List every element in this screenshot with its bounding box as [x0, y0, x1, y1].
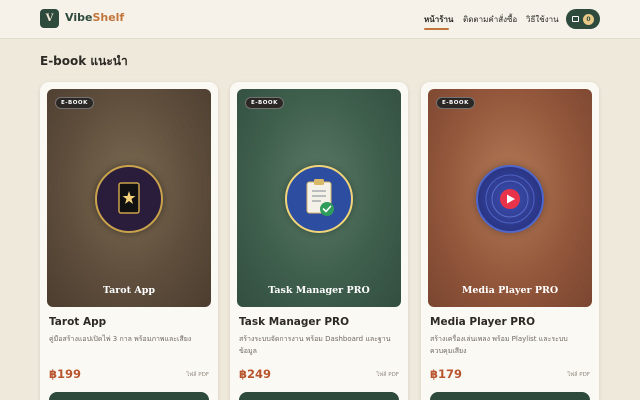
logo-icon[interactable]: V	[40, 9, 59, 28]
product-cover[interactable]: E-BOOK Task Manager PRO	[237, 89, 401, 307]
product-price: ฿199	[49, 367, 82, 381]
buy-button[interactable]	[49, 392, 209, 400]
product-card-media-player-pro[interactable]: E-BOOK Media Player PRO Media Player PRO…	[421, 82, 599, 400]
nav-link-track-order[interactable]: ติดตามคำสั่งซื้อ	[463, 13, 517, 26]
product-description: สร้างระบบจัดการงาน พร้อม Dashboard และฐา…	[239, 335, 391, 355]
cover-title: Media Player PRO	[461, 285, 559, 296]
product-cover[interactable]: E-BOOK Tarot App	[47, 89, 211, 307]
product-card-task-manager-pro[interactable]: E-BOOK Task Manager PRO Task Manager PRO…	[230, 82, 408, 400]
brand-name-part1: Vibe	[65, 11, 93, 24]
top-navigation-bar: V VibeShelf หน้าร้าน ติดตามคำสั่งซื้อ วิ…	[0, 0, 640, 39]
tarot-card-icon	[95, 165, 163, 233]
product-description: คู่มือสร้างแอปเปิดไพ่ 3 กาล พร้อมภาพและเ…	[49, 335, 192, 343]
file-type-label: ไฟล์ PDF	[186, 372, 210, 378]
file-type-label: ไฟล์ PDF	[567, 372, 591, 378]
brand-name[interactable]: VibeShelf	[65, 11, 124, 24]
play-button-icon	[476, 165, 544, 233]
cover-title: Tarot App	[102, 285, 155, 296]
product-card-tarot-app[interactable]: E-BOOK Tarot App Tarot App คู่มือสร้างแอ…	[40, 82, 218, 400]
nav-link-how-to-use[interactable]: วิธีใช้งาน	[526, 13, 559, 26]
product-price: ฿249	[239, 367, 272, 381]
product-title[interactable]: Media Player PRO	[430, 316, 535, 328]
buy-button[interactable]	[430, 392, 590, 400]
cart-count-badge: 0	[583, 13, 594, 25]
product-title[interactable]: Tarot App	[49, 316, 106, 328]
ebook-badge: E-BOOK	[55, 97, 94, 109]
product-price: ฿179	[430, 367, 463, 381]
cover-title: Task Manager PRO	[268, 285, 370, 296]
brand-name-part2: Shelf	[92, 11, 125, 24]
ebook-badge: E-BOOK	[245, 97, 284, 109]
section-title: E-book แนะนำ	[40, 54, 128, 68]
cart-icon	[572, 16, 579, 22]
product-cover[interactable]: E-BOOK Media Player PRO	[428, 89, 592, 307]
product-title[interactable]: Task Manager PRO	[239, 316, 349, 328]
nav-link-storefront[interactable]: หน้าร้าน	[424, 13, 454, 26]
file-type-label: ไฟล์ PDF	[376, 372, 400, 378]
active-nav-indicator	[424, 28, 449, 30]
buy-button[interactable]	[239, 392, 399, 400]
product-description: สร้างเครื่องเล่นเพลง พร้อม Playlist และร…	[430, 335, 568, 355]
cart-button[interactable]: 0	[566, 9, 600, 29]
clipboard-check-icon	[285, 165, 353, 233]
ebook-badge: E-BOOK	[436, 97, 475, 109]
